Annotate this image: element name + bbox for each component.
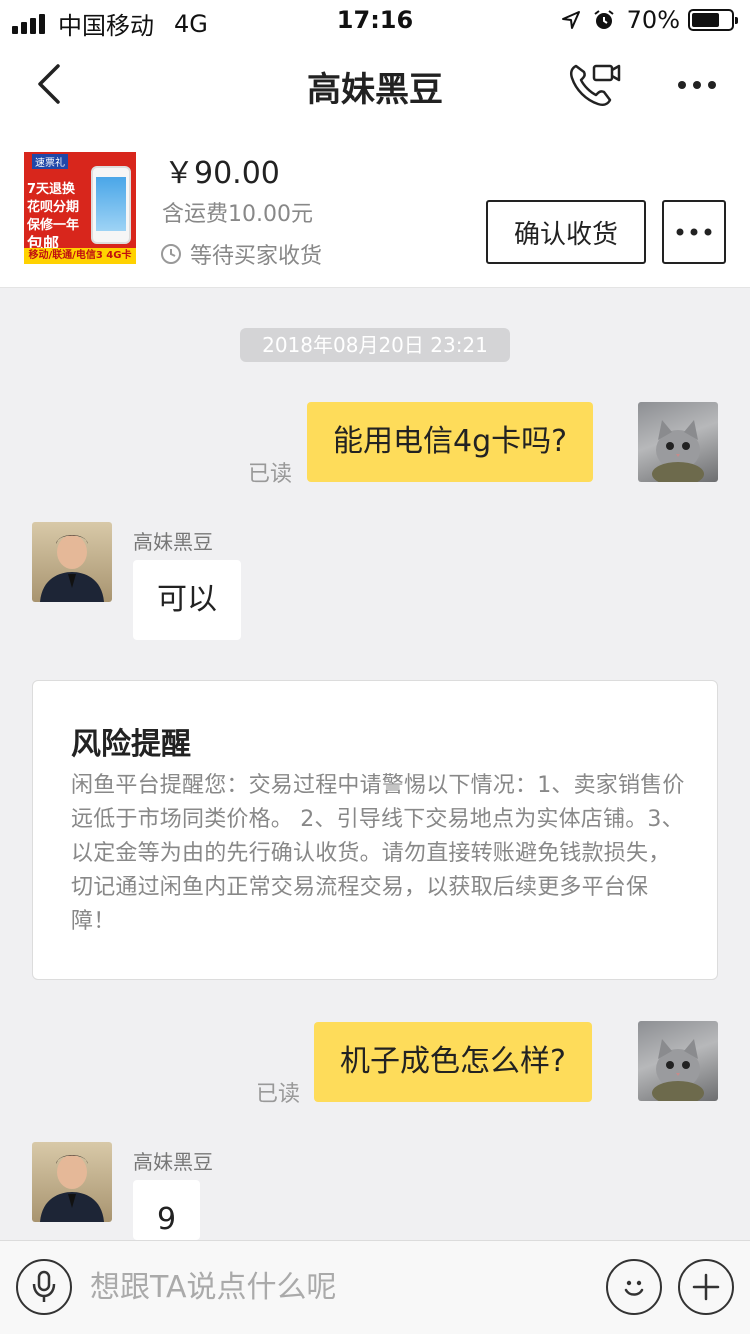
ellipsis-icon[interactable] [672, 60, 722, 110]
thumb-line: 花呗分期 [27, 200, 80, 215]
voice-button[interactable] [16, 1259, 72, 1315]
thumb-line: 7天退换 [27, 182, 76, 197]
status-right: 70% [561, 6, 738, 34]
product-shipping: 含运费10.00元 [162, 202, 313, 227]
nav-bar: 高妹黑豆 [0, 40, 750, 130]
message-bubble-incoming[interactable]: 9 [133, 1180, 201, 1240]
phone-image [91, 166, 131, 244]
message-bubble-outgoing[interactable]: 能用电信4g卡吗? [307, 402, 594, 482]
product-header: 速票礼 7天退换 花呗分期 保修一年 包邮 移动/联通/电信3 4G卡 ￥90.… [0, 130, 750, 288]
avatar[interactable] [638, 1021, 718, 1101]
message-bubble-outgoing[interactable]: 机子成色怎么样? [314, 1022, 592, 1102]
battery-icon [688, 9, 738, 31]
risk-warning-card: 风险提醒 闲鱼平台提醒您：交易过程中请警惕以下情况：1、卖家销售价远低于市场同类… [32, 680, 718, 980]
smile-icon [624, 1280, 644, 1296]
person-avatar-image [40, 535, 104, 602]
microphone-icon [32, 1270, 56, 1302]
battery-percent: 70% [626, 6, 680, 34]
emoji-button[interactable] [606, 1259, 662, 1315]
risk-title: 风险提醒 [71, 727, 191, 762]
status-bar: 中国移动 4G 17:16 70% [0, 0, 750, 40]
product-price: ￥90.00 [164, 156, 280, 191]
order-status-label: 等待买家收货 [190, 244, 323, 269]
avatar[interactable] [32, 1142, 112, 1222]
phone-video-icon[interactable] [566, 60, 622, 110]
confirm-receipt-button[interactable]: 确认收货 [486, 200, 646, 264]
read-receipt: 已读 [248, 462, 293, 487]
kitten-avatar-image [652, 1039, 704, 1101]
plus-icon [692, 1273, 720, 1301]
clock-icon [161, 244, 181, 264]
sender-name: 高妹黑豆 [133, 1150, 213, 1174]
avatar[interactable] [32, 522, 112, 602]
message-input[interactable] [90, 1261, 590, 1313]
read-receipt: 已读 [256, 1082, 301, 1107]
product-thumbnail[interactable]: 速票礼 7天退换 花呗分期 保修一年 包邮 移动/联通/电信3 4G卡 [24, 152, 136, 264]
chat-timestamp: 2018年08月20日 23:21 [240, 328, 510, 362]
alarm-icon [594, 10, 614, 29]
order-status: 等待买家收货 [160, 238, 322, 270]
input-bar [0, 1240, 750, 1334]
message-bubble-incoming[interactable]: 可以 [133, 560, 241, 640]
battery-fill [692, 13, 719, 27]
page-title: 高妹黑豆 [307, 70, 443, 110]
thumb-badge: 速票礼 [32, 154, 68, 169]
avatar[interactable] [638, 402, 718, 482]
kitten-avatar-image [652, 420, 704, 482]
add-button[interactable] [678, 1259, 734, 1315]
location-icon [561, 11, 580, 29]
thumb-bottom-text: 移动/联通/电信3 4G卡 [24, 248, 136, 264]
person-avatar-image [40, 1155, 104, 1222]
risk-body: 闲鱼平台提醒您：交易过程中请警惕以下情况：1、卖家销售价远低于市场同类价格。 2… [71, 773, 685, 934]
ellipsis-icon [676, 228, 712, 236]
more-actions-button[interactable] [662, 200, 726, 264]
sender-name: 高妹黑豆 [133, 530, 213, 554]
